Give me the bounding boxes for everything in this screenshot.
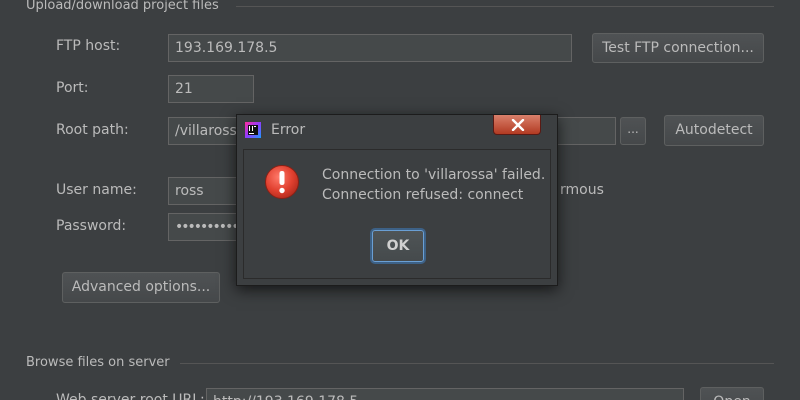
port-field[interactable]: 21 bbox=[168, 75, 254, 103]
root-path-browse-button[interactable]: ... bbox=[620, 117, 646, 145]
intellij-app-icon bbox=[245, 122, 261, 138]
error-exclamation-icon bbox=[264, 164, 300, 200]
error-message-line-1: Connection to 'villarossa' failed. bbox=[322, 167, 546, 183]
ftp-host-field[interactable]: 193.169.178.5 bbox=[168, 34, 572, 62]
anonymous-login-label[interactable]: rmous bbox=[560, 182, 604, 198]
dialog-close-button[interactable] bbox=[493, 115, 541, 135]
ok-button[interactable]: OK bbox=[372, 230, 424, 262]
autodetect-button[interactable]: Autodetect bbox=[664, 115, 764, 146]
root-path-label: Root path: bbox=[56, 122, 129, 138]
ftp-host-label: FTP host: bbox=[56, 38, 121, 54]
open-url-button[interactable]: Open bbox=[700, 387, 764, 400]
port-label: Port: bbox=[56, 80, 89, 96]
upload-section-divider bbox=[236, 6, 774, 7]
close-icon bbox=[511, 119, 525, 131]
web-server-url-label: Web server root URL: bbox=[56, 392, 205, 400]
error-dialog-title: Error bbox=[271, 122, 306, 138]
advanced-options-button[interactable]: Advanced options... bbox=[62, 272, 220, 303]
browse-section-divider bbox=[180, 363, 774, 364]
password-label: Password: bbox=[56, 218, 127, 234]
error-dialog-body: Connection to 'villarossa' failed. Conne… bbox=[243, 149, 551, 279]
test-ftp-connection-button[interactable]: Test FTP connection... bbox=[592, 33, 764, 63]
web-server-url-field[interactable]: http://193.169.178.5 bbox=[206, 388, 684, 400]
browse-section-title: Browse files on server bbox=[26, 355, 170, 370]
error-message-line-2: Connection refused: connect bbox=[322, 187, 524, 203]
upload-section-title: Upload/download project files bbox=[26, 0, 219, 13]
error-dialog-titlebar[interactable]: Error bbox=[237, 115, 557, 145]
error-dialog: Error Connection to 'villarossa' failed.… bbox=[236, 114, 558, 286]
user-name-label: User name: bbox=[56, 182, 137, 198]
deployment-settings-panel: Upload/download project files FTP host: … bbox=[0, 0, 800, 400]
